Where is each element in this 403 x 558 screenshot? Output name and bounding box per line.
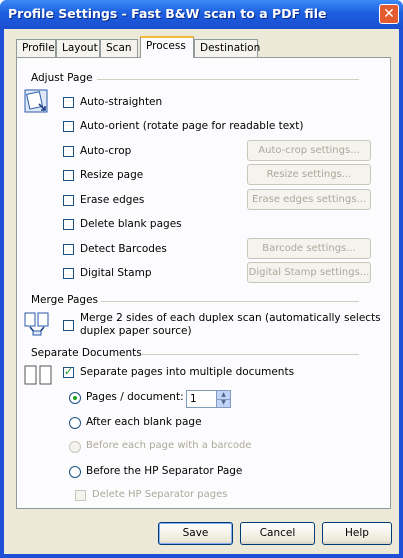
before-barcode-label: Before each page with a barcode [86,440,252,451]
pages-per-document-radio[interactable] [69,392,81,404]
merge-duplex-checkbox[interactable] [63,320,74,331]
delete-hp-separator-label: Delete HP Separator pages [92,489,228,500]
help-button[interactable]: Help [322,522,392,545]
cancel-button[interactable]: Cancel [240,522,315,545]
adjust-page-divider [97,79,359,80]
merge-duplex-label-line1: Merge 2 sides of each duplex scan (autom… [80,312,381,324]
separate-documents-heading: Separate Documents [31,347,142,359]
erase-edges-checkbox[interactable] [63,195,74,206]
after-blank-page-radio[interactable] [69,417,81,429]
auto-straighten-checkbox[interactable] [63,97,74,108]
erase-edges-label: Erase edges [80,194,145,206]
resize-settings-button[interactable]: Resize settings... [247,164,371,185]
merge-pages-icon [24,312,49,336]
tab-scan[interactable]: Scan [100,39,138,57]
detect-barcodes-checkbox[interactable] [63,244,74,255]
spinner-down-icon[interactable]: ▼ [217,399,230,407]
delete-blank-pages-label: Delete blank pages [80,218,182,230]
profile-settings-window: Profile Settings - Fast B&W scan to a PD… [0,0,403,558]
delete-hp-separator-checkbox[interactable] [75,490,86,501]
before-hp-separator-label: Before the HP Separator Page [86,465,243,477]
dialog-client: Profile Layout Scan Process Destination … [4,29,399,554]
tab-profile[interactable]: Profile [16,39,56,57]
auto-straighten-label: Auto-straighten [80,96,163,108]
close-icon[interactable]: ✕ [379,4,399,24]
digital-stamp-label: Digital Stamp [80,267,152,279]
separate-pages-label: Separate pages into multiple documents [80,366,295,378]
tab-layout[interactable]: Layout [56,39,100,57]
barcode-settings-button[interactable]: Barcode settings... [247,238,371,259]
erase-edges-settings-button[interactable]: Erase edges settings... [247,189,371,210]
before-barcode-radio[interactable] [69,441,81,453]
separate-pages-checkbox[interactable] [63,365,74,378]
auto-orient-checkbox[interactable] [63,121,74,132]
digital-stamp-checkbox[interactable] [63,268,74,279]
digital-stamp-settings-button[interactable]: Digital Stamp settings... [247,262,371,283]
separate-documents-divider [141,354,359,355]
tab-process[interactable]: Process [140,36,194,58]
window-title: Profile Settings - Fast B&W scan to a PD… [8,6,327,21]
resize-page-label: Resize page [80,169,144,181]
auto-crop-label: Auto-crop [80,145,132,157]
auto-crop-checkbox[interactable] [63,146,74,157]
save-button[interactable]: Save [158,522,233,545]
tab-destination[interactable]: Destination [194,39,260,57]
spinner-arrows: ▲ ▼ [216,391,230,407]
after-blank-page-label: After each blank page [86,416,202,428]
adjust-page-icon [24,89,48,113]
merge-pages-divider [101,301,359,302]
pages-per-document-value: 1 [190,393,197,405]
merge-duplex-label-line2: duplex paper source) [80,325,192,337]
before-hp-separator-radio[interactable] [69,466,81,478]
auto-orient-label: Auto-orient (rotate page for readable te… [80,120,304,132]
resize-page-checkbox[interactable] [63,170,74,181]
auto-crop-settings-button[interactable]: Auto-crop settings... [247,140,371,161]
adjust-page-heading: Adjust Page [31,72,93,84]
merge-pages-heading: Merge Pages [31,294,99,306]
separate-documents-icon [24,365,52,385]
delete-blank-pages-checkbox[interactable] [63,219,74,230]
pages-per-document-spinner[interactable]: 1 ▲ ▼ [186,390,231,408]
detect-barcodes-label: Detect Barcodes [80,243,167,255]
pages-per-document-label: Pages / document: [86,391,184,403]
process-panel: Adjust Page Auto-straighten Auto-orient … [16,57,391,509]
title-bar[interactable]: Profile Settings - Fast B&W scan to a PD… [0,0,403,29]
